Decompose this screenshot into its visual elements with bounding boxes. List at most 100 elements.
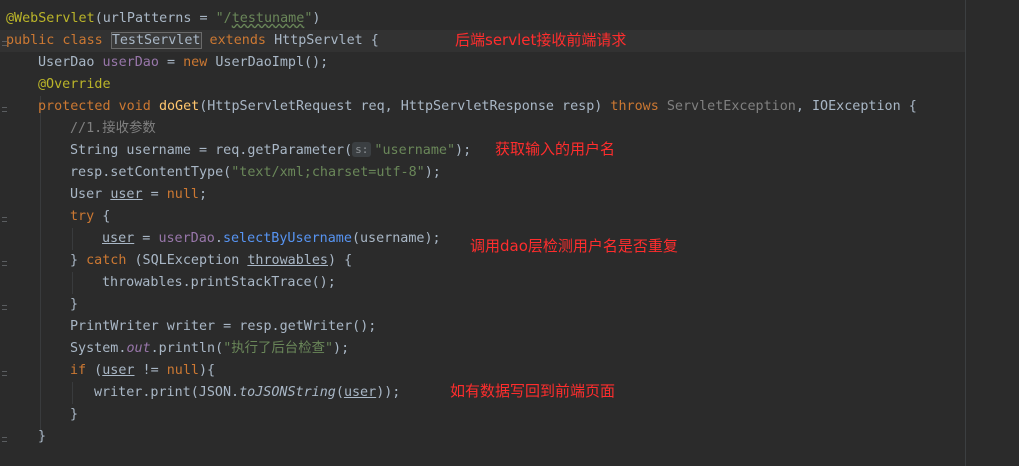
code-text: (urlPatterns =: [94, 11, 216, 26]
code-line-10[interactable]: try {: [70, 206, 110, 228]
annotation-note: 如有数据写回到前端页面: [450, 382, 616, 400]
annotation: @Override: [38, 77, 111, 92]
fold-marker-icon[interactable]: [0, 258, 7, 271]
code-line-2[interactable]: public class TestServlet extends HttpSer…: [6, 30, 379, 52]
keyword: catch: [86, 253, 127, 268]
code-text: =: [134, 231, 159, 246]
code-text: (SQLException: [126, 253, 248, 268]
method-call: selectByUsername: [222, 231, 352, 246]
keyword: throws: [610, 99, 667, 114]
code-text: User: [70, 187, 111, 202]
code-line-16[interactable]: System.out.println("执行了后台检查");: [70, 338, 349, 360]
code-text: }: [70, 407, 79, 422]
right-margin-guide: [965, 0, 966, 466]
code-text: PrintWriter writer = resp.getWriter();: [70, 319, 377, 334]
indent-guide: [72, 228, 73, 250]
variable-name: throwables: [247, 253, 328, 268]
code-text: UserDaoImpl();: [215, 55, 329, 70]
code-line-9[interactable]: User user = null;: [70, 184, 207, 206]
keyword: new: [183, 55, 216, 70]
code-text: .: [214, 231, 223, 246]
keyword: protected void: [38, 99, 159, 114]
indent-guide: [72, 272, 73, 294]
class-name: TestServlet: [110, 32, 202, 49]
keyword: public class: [6, 33, 111, 48]
variable-name: user: [343, 385, 377, 400]
code-text: .println(: [150, 341, 224, 356]
keyword: try: [70, 209, 95, 224]
keyword: if: [70, 363, 87, 378]
code-line-4[interactable]: @Override: [38, 74, 111, 96]
code-text: {: [94, 209, 111, 224]
fold-marker-icon[interactable]: [0, 368, 7, 381]
variable-name: user: [102, 231, 135, 246]
code-line-14[interactable]: }: [70, 294, 78, 316]
string-literal: "执行了后台检查": [223, 341, 334, 356]
annotation-note: 调用dao层检测用户名是否重复: [470, 237, 678, 255]
code-line-3[interactable]: UserDao userDao = new UserDaoImpl();: [38, 52, 328, 74]
parameter-hint: s:: [352, 142, 372, 157]
code-line-18[interactable]: writer.print(JSON.toJSONString(user));: [94, 382, 400, 404]
code-text: resp.setContentType(: [70, 165, 232, 180]
static-method: toJSONString: [239, 385, 336, 400]
code-text: ): [312, 11, 321, 26]
code-text: );: [455, 143, 472, 158]
string-literal: "username": [374, 143, 456, 158]
code-text: }: [38, 429, 47, 444]
field-name: userDao: [102, 55, 159, 70]
keyword: null: [166, 187, 199, 202]
annotation-note: 获取输入的用户名: [495, 140, 616, 158]
fold-marker-icon[interactable]: [0, 104, 7, 117]
fold-marker-icon[interactable]: [0, 302, 7, 315]
code-text: );: [424, 165, 441, 180]
variable-name: user: [110, 187, 143, 202]
fold-marker-icon[interactable]: [0, 214, 7, 227]
annotation-note: 后端servlet接收前端请求: [455, 31, 627, 49]
code-line-19[interactable]: }: [70, 404, 78, 426]
code-line-7[interactable]: String username = req.getParameter(s: "us…: [70, 140, 471, 162]
code-line-5[interactable]: protected void doGet(HttpServletRequest …: [38, 96, 917, 118]
code-text: (HttpServletRequest req, HttpServletResp…: [199, 99, 611, 114]
variable-name: user: [102, 363, 135, 378]
code-line-13[interactable]: throwables.printStackTrace();: [102, 272, 336, 294]
method-name: doGet: [158, 99, 200, 114]
comment: //1.接收参数: [70, 121, 156, 136]
code-text: ));: [376, 385, 401, 400]
unused-exception: ServletException: [666, 99, 796, 114]
code-line-15[interactable]: PrintWriter writer = resp.getWriter();: [70, 316, 376, 338]
code-line-8[interactable]: resp.setContentType("text/xml;charset=ut…: [70, 162, 441, 184]
code-text: !=: [134, 363, 167, 378]
code-text: (: [86, 363, 103, 378]
code-text: =: [142, 187, 167, 202]
code-text: ;: [199, 187, 208, 202]
code-text: }: [70, 253, 87, 268]
code-text: =: [158, 55, 184, 70]
code-line-12[interactable]: } catch (SQLException throwables) {: [70, 250, 352, 272]
code-text: (username);: [351, 231, 441, 246]
code-editor[interactable]: @WebServlet(urlPatterns = "/testuname") …: [0, 0, 1019, 466]
string-literal: testuname: [231, 11, 305, 26]
code-line-6[interactable]: //1.接收参数: [70, 118, 156, 140]
code-text: UserDao: [38, 55, 103, 70]
indent-guide: [72, 382, 73, 404]
code-line-1[interactable]: @WebServlet(urlPatterns = "/testuname"): [6, 8, 320, 30]
code-line-17[interactable]: if (user != null){: [70, 360, 215, 382]
field-name: userDao: [158, 231, 215, 246]
code-line-11[interactable]: user = userDao.selectByUsername(username…: [102, 228, 441, 250]
indent-guide: [40, 96, 41, 441]
fold-marker-icon[interactable]: [0, 434, 7, 447]
keyword: extends: [201, 33, 275, 48]
string-literal: "/: [215, 11, 232, 26]
static-field: out: [126, 341, 151, 356]
code-text: System.: [70, 341, 127, 356]
code-text: ) {: [328, 253, 353, 268]
code-text: ){: [199, 363, 216, 378]
code-line-20[interactable]: }: [38, 426, 46, 448]
code-text: );: [333, 341, 350, 356]
code-text: throwables.printStackTrace();: [102, 275, 336, 290]
string-literal: "text/xml;charset=utf-8": [231, 165, 425, 180]
code-text: writer.print(JSON.: [94, 385, 240, 400]
code-text: }: [70, 297, 79, 312]
code-text: HttpServlet {: [274, 33, 379, 48]
code-text: , IOException {: [795, 99, 917, 114]
